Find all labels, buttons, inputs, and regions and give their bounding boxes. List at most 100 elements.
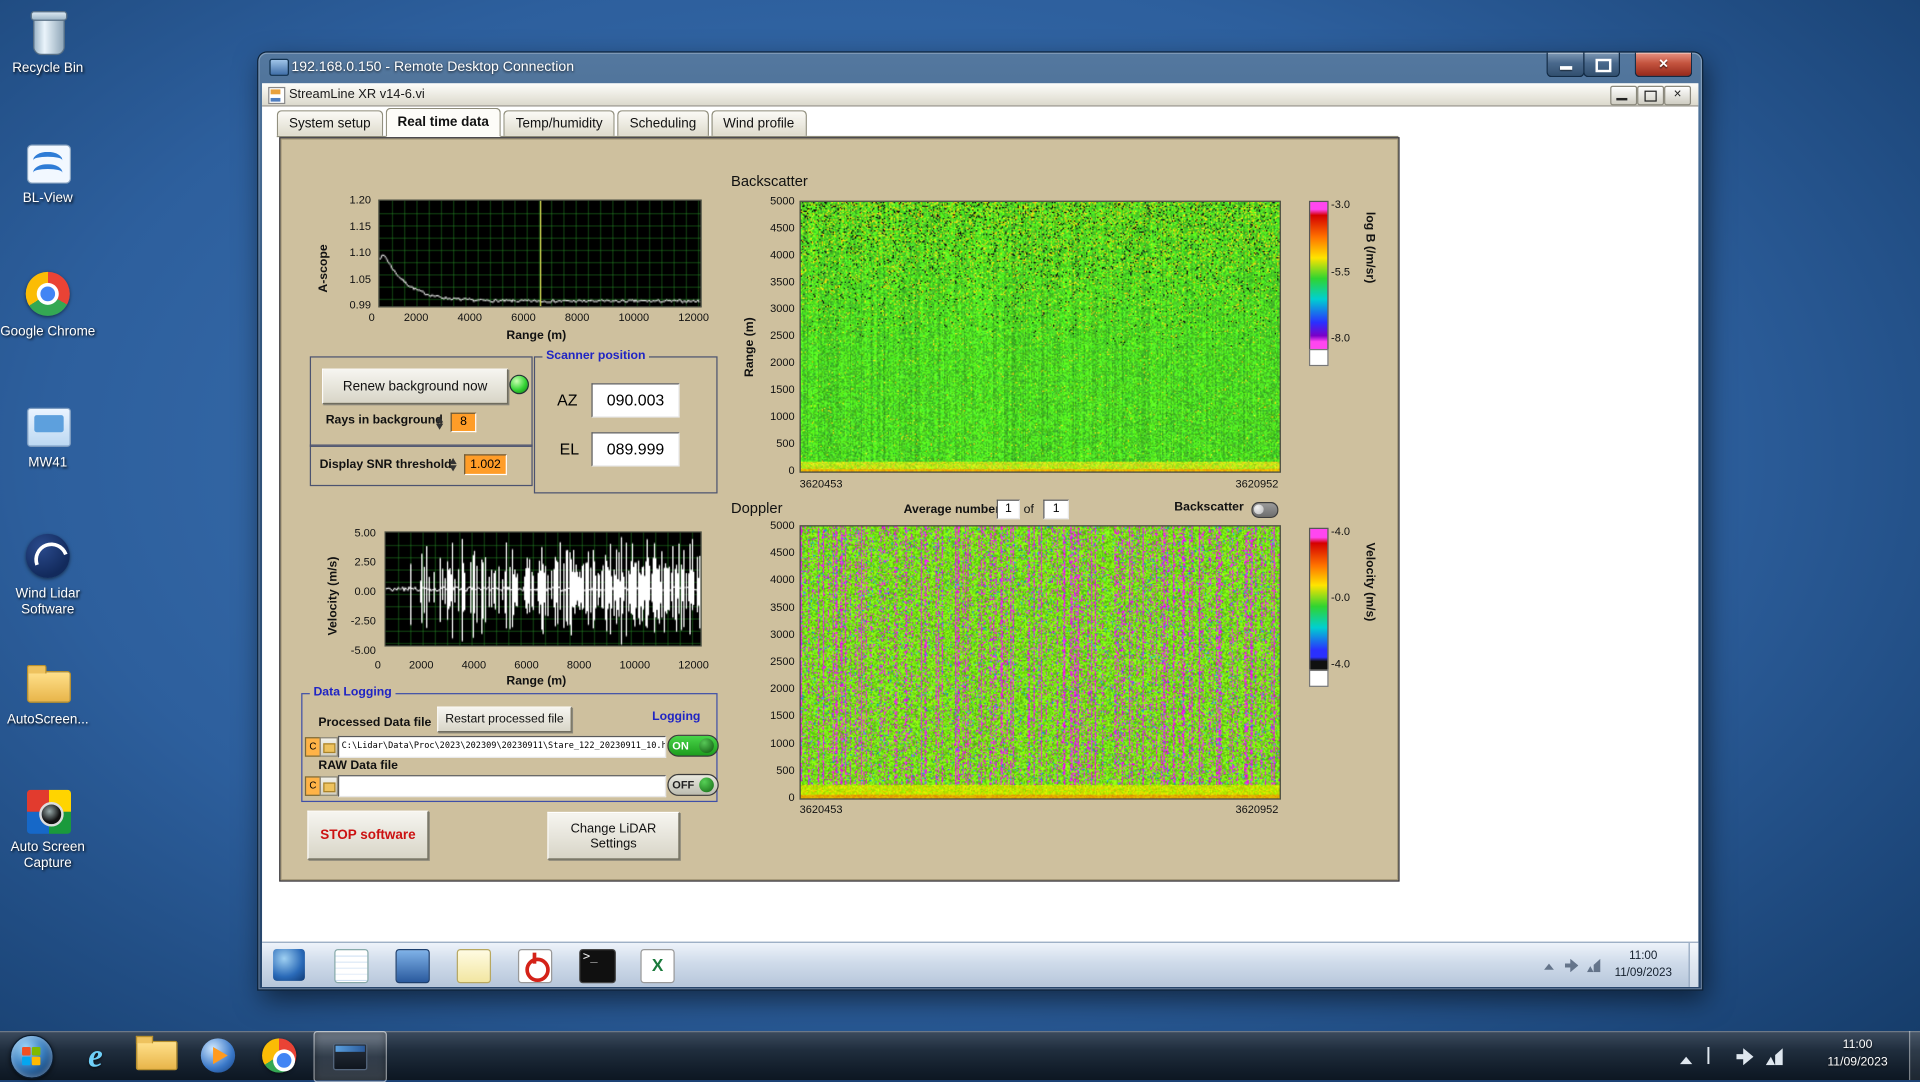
tray-expand-icon[interactable] <box>1544 959 1554 970</box>
tick-label: 4000 <box>461 658 487 672</box>
data-logging-title: Data Logging <box>309 685 396 700</box>
desktop-icon-recycle-bin[interactable]: Recycle Bin <box>0 9 96 78</box>
taskbar-chrome-button[interactable] <box>250 1031 309 1080</box>
velocity-x-ticks: 0 2000 4000 6000 8000 10000 12000 <box>375 659 709 671</box>
doppler-x-end: 3620952 <box>1235 803 1279 816</box>
renew-led-indicator <box>509 374 529 395</box>
rays-spinner[interactable] <box>435 411 448 431</box>
taskbar-rdp-button-active[interactable] <box>313 1031 387 1082</box>
doppler-colorbar-out-of-range <box>1308 669 1329 687</box>
raw-drive-letter: C <box>304 776 321 796</box>
ascope-x-axis-label: Range (m) <box>506 329 567 343</box>
tab-scheduling[interactable]: Scheduling <box>617 110 709 136</box>
renew-background-button[interactable]: Renew background now <box>322 368 509 405</box>
taskbar-explorer-button[interactable] <box>127 1031 186 1080</box>
desktop-icon-auto-screen-capture[interactable]: Auto Screen Capture <box>0 787 96 871</box>
session-clock[interactable]: 11:00 11/09/2023 <box>1605 948 1681 982</box>
vi-restore-button[interactable] <box>1637 85 1665 106</box>
average-number-field[interactable]: 1 <box>996 499 1021 520</box>
tick-label: 12000 <box>678 311 709 324</box>
desktop-icon-wind-lidar[interactable]: Wind Lidar Software <box>0 531 96 618</box>
desktop-icon-label: MW41 <box>28 455 68 471</box>
close-button[interactable]: × <box>1634 52 1693 78</box>
power-icon[interactable] <box>517 948 553 984</box>
tick-label: 4000 <box>457 311 483 324</box>
processed-path-field[interactable]: C:\Lidar\Data\Proc\2023\202309\20230911\… <box>337 735 667 758</box>
tab-real-time-data[interactable]: Real time data <box>385 107 502 138</box>
spreadsheet-icon[interactable]: X <box>640 948 675 984</box>
session-volume-icon[interactable] <box>1564 958 1579 973</box>
vi-close-button[interactable]: × <box>1664 85 1692 106</box>
tick-label: 2000 <box>403 311 429 324</box>
desktop-icon-bl-view[interactable]: BL-View <box>0 138 96 207</box>
tick-label: 0 <box>788 464 795 477</box>
restore-button[interactable] <box>1583 52 1621 78</box>
minimize-button[interactable] <box>1546 52 1585 78</box>
vi-window-title: StreamLine XR v14-6.vi <box>288 86 425 102</box>
tab-temp-humidity[interactable]: Temp/humidity <box>503 110 615 136</box>
tick-label: -4.0 <box>1331 525 1351 538</box>
restart-processed-file-button[interactable]: Restart processed file <box>437 706 572 733</box>
session-network-icon[interactable] <box>1586 958 1601 973</box>
backscatter-toggle[interactable] <box>1251 502 1279 518</box>
backscatter-toggle-label: Backscatter <box>1174 500 1244 515</box>
desktop-icon-mw41[interactable]: MW41 <box>0 403 96 472</box>
desktop-icon-autoscreen[interactable]: AutoScreen... <box>0 660 96 729</box>
velocity-x-axis-label: Range (m) <box>506 674 567 689</box>
taskbar-media-player-button[interactable] <box>189 1031 248 1080</box>
vi-title-bar[interactable]: StreamLine XR v14-6.vi × <box>262 83 1699 107</box>
session-show-desktop-button[interactable] <box>1688 942 1699 987</box>
tick-label: 2000 <box>408 658 434 672</box>
el-value-field[interactable]: 089.999 <box>591 432 680 467</box>
tick-label: 1.15 <box>349 219 372 233</box>
show-desktop-button[interactable] <box>1908 1031 1920 1081</box>
backscatter-colorbar-ticks: -3.0 -5.5 -8.0 <box>1331 197 1360 345</box>
remote-desktop-icon <box>333 1043 368 1071</box>
rdp-window-title: 192.168.0.150 - Remote Desktop Connectio… <box>291 60 575 75</box>
taskbar-ie-button[interactable]: e <box>66 1031 125 1080</box>
tick-label: 3500 <box>770 600 795 613</box>
change-lidar-settings-button[interactable]: Change LiDAR Settings <box>547 811 680 860</box>
tab-wind-profile[interactable]: Wind profile <box>710 110 807 136</box>
tick-label: -0.0 <box>1331 591 1351 604</box>
tick-label: 0 <box>368 311 375 324</box>
tick-label: 4000 <box>770 573 795 586</box>
vi-minimize-button[interactable] <box>1610 85 1638 106</box>
globe-icon[interactable] <box>273 948 305 981</box>
tick-label: 2500 <box>770 655 795 668</box>
processed-browse-button[interactable] <box>319 737 338 757</box>
notepad-icon[interactable] <box>334 948 369 984</box>
tick-label: 0.00 <box>354 585 376 598</box>
terminal-icon[interactable]: >_ <box>579 948 616 984</box>
tick-label: 5000 <box>770 194 795 207</box>
notes-icon[interactable] <box>456 948 492 984</box>
az-value-field[interactable]: 090.003 <box>591 383 680 418</box>
tick-label: 4000 <box>770 248 795 261</box>
snr-value-field[interactable]: 1.002 <box>464 454 507 476</box>
desktop-icon-label: Google Chrome <box>0 324 96 340</box>
tab-system-setup[interactable]: System setup <box>276 110 383 136</box>
tick-label: 1000 <box>770 410 795 423</box>
rdp-title-bar[interactable]: 192.168.0.150 - Remote Desktop Connectio… <box>258 52 1702 84</box>
data-logging-box: Data Logging Processed Data file Restart… <box>301 685 719 803</box>
rays-value-field[interactable]: 8 <box>450 412 477 433</box>
tick-label: 500 <box>776 763 795 776</box>
raw-browse-button[interactable] <box>319 776 338 796</box>
mw41-icon <box>23 403 72 452</box>
clock[interactable]: 11:00 11/09/2023 <box>1812 1037 1903 1071</box>
tick-label: -4.0 <box>1331 657 1351 670</box>
raw-path-field[interactable] <box>337 775 667 798</box>
average-total-field[interactable]: 1 <box>1043 499 1069 520</box>
tick-label: 1.20 <box>349 193 372 206</box>
recycle-bin-icon <box>23 9 72 58</box>
snr-spinner[interactable] <box>449 453 461 473</box>
doppler-x-start: 3620453 <box>799 803 843 816</box>
start-button[interactable] <box>9 1034 54 1079</box>
processed-logging-toggle[interactable]: ON <box>667 734 719 757</box>
app-window-icon[interactable] <box>395 948 430 984</box>
raw-logging-toggle[interactable]: OFF <box>667 773 719 796</box>
desktop-icon-google-chrome[interactable]: Google Chrome <box>0 269 96 340</box>
rdp-window-icon <box>269 58 289 76</box>
folder-icon <box>135 1035 178 1071</box>
stop-software-button[interactable]: STOP software <box>307 810 429 860</box>
